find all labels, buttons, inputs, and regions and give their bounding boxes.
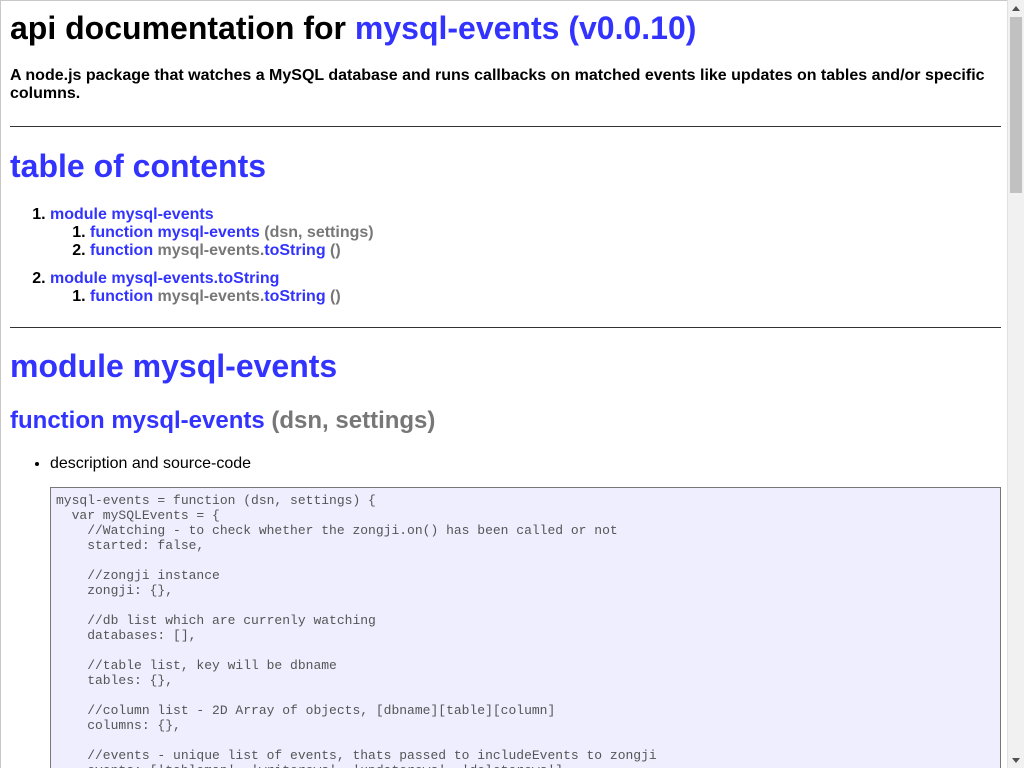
toc-link-module-mysql-events[interactable]: module mysql-events <box>50 206 214 223</box>
toc-sublist: function mysql-events.toString () <box>50 288 374 306</box>
function-namespace: mysql-events. <box>157 242 265 259</box>
divider <box>10 126 1001 127</box>
toc-link-module-tostring[interactable]: module mysql-events.toString <box>50 270 279 287</box>
toc-item: module mysql-events function mysql-event… <box>50 206 374 260</box>
divider <box>10 327 1001 328</box>
package-description: A node.js package that watches a MySQL d… <box>10 67 985 102</box>
toc-subitem: function mysql-events.toString () <box>90 242 374 260</box>
description-list: description and source-code <box>10 455 251 473</box>
toc-link-function-tostring-2[interactable]: function mysql-events.toString <box>90 288 326 305</box>
function-args: (dsn, settings) <box>264 407 436 434</box>
vertical-scrollbar[interactable] <box>1007 0 1024 768</box>
function-name: toString <box>264 242 326 259</box>
module-heading: module mysql-events <box>10 348 338 384</box>
toc-subitem: function mysql-events (dsn, settings) <box>90 224 374 242</box>
title-prefix: api documentation for <box>10 10 355 46</box>
function-name: toString <box>264 288 326 305</box>
description-item: description and source-code <box>50 455 251 473</box>
keyword: function <box>90 288 154 305</box>
page-title: api documentation for mysql-events (v0.0… <box>10 8 696 48</box>
scroll-up-arrow-icon[interactable] <box>1008 0 1024 16</box>
keyword: function <box>90 242 154 259</box>
scroll-thumb[interactable] <box>1010 17 1022 193</box>
function-heading: function mysql-events (dsn, settings) <box>10 406 435 436</box>
toc-item: module mysql-events.toString function my… <box>50 270 374 306</box>
function-name: mysql-events <box>111 407 265 434</box>
toc-list: module mysql-events function mysql-event… <box>10 206 374 316</box>
scroll-down-arrow-icon[interactable] <box>1008 752 1024 768</box>
toc-link-function-mysql-events[interactable]: function mysql-events <box>90 224 260 241</box>
toc-link-function-tostring[interactable]: function mysql-events.toString <box>90 242 326 259</box>
toc-sublist: function mysql-events (dsn, settings) fu… <box>50 224 374 260</box>
function-args: () <box>325 288 341 305</box>
toc-heading: table of contents <box>10 148 267 184</box>
function-args: (dsn, settings) <box>259 224 374 241</box>
function-heading-link[interactable]: function mysql-events <box>10 407 265 434</box>
function-namespace: mysql-events. <box>157 288 265 305</box>
toc-subitem: function mysql-events.toString () <box>90 288 374 306</box>
source-code-block: mysql-events = function (dsn, settings) … <box>50 487 1001 768</box>
document-frame: api documentation for mysql-events (v0.0… <box>0 0 1007 768</box>
function-name: mysql-events <box>157 224 260 241</box>
keyword: function <box>90 224 154 241</box>
package-link[interactable]: mysql-events (v0.0.10) <box>355 10 697 46</box>
keyword: function <box>10 407 105 434</box>
function-args: () <box>325 242 341 259</box>
